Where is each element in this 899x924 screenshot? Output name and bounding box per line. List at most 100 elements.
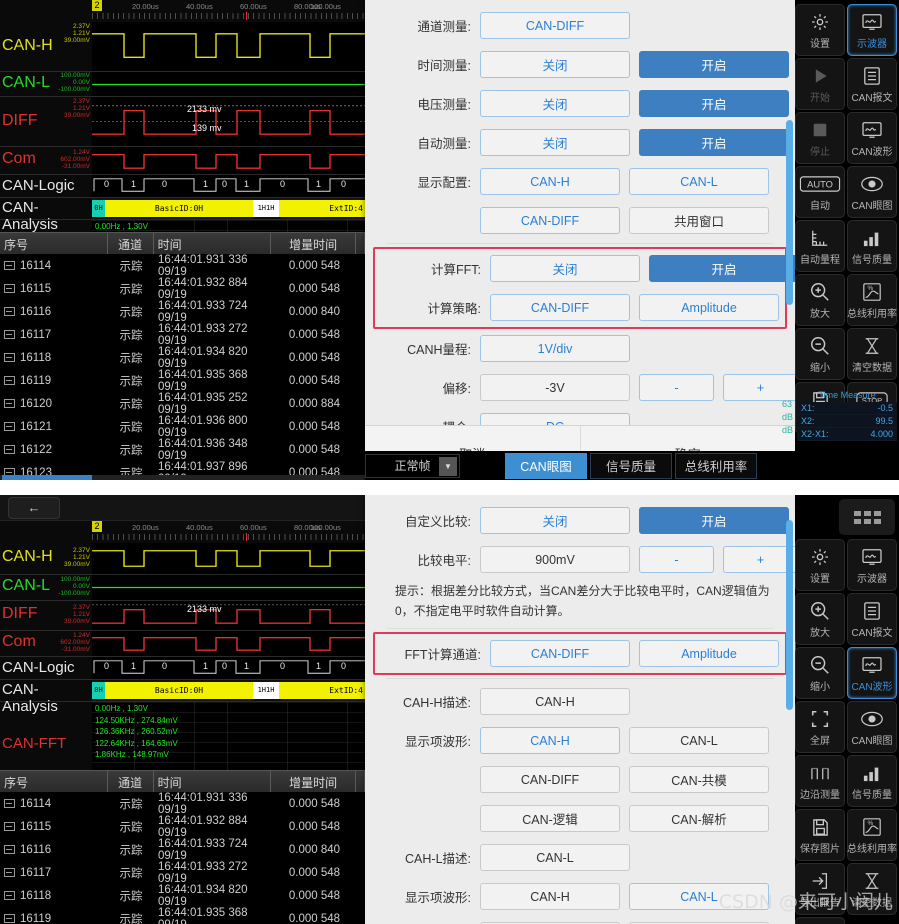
toolbar-button-ruler[interactable]: 自动量程 xyxy=(795,220,845,272)
toolbar-button-list[interactable]: CAN报文 xyxy=(847,58,897,110)
toolbar-button-zoom-in[interactable]: 放大 xyxy=(795,593,845,645)
toolbar-button-zoom-in[interactable]: 放大 xyxy=(795,274,845,326)
option-button[interactable]: CAN-L xyxy=(629,168,769,195)
toolbar-button-percent[interactable]: % 总线利用率 xyxy=(847,274,897,326)
tab-item[interactable]: 信号质量 xyxy=(590,452,672,479)
horizontal-scrollbar[interactable] xyxy=(0,475,365,480)
option-button[interactable]: CAN-L xyxy=(480,844,630,871)
option-button[interactable]: Amplitude xyxy=(639,640,779,667)
toolbar-button-auto[interactable]: AUTO 自动 xyxy=(795,166,845,218)
option-button[interactable]: 关闭 xyxy=(480,90,630,117)
table-body[interactable]: 16114 示踪 16:44:01.931 336 09/19 0.000 548 16… xyxy=(0,254,365,480)
grid-menu-icon[interactable] xyxy=(839,499,895,535)
option-button[interactable]: 开启 xyxy=(639,129,789,156)
toolbar-button-stop-square[interactable]: 停止 xyxy=(795,112,845,164)
option-button[interactable]: CAN-解析 xyxy=(629,805,769,832)
table-row[interactable]: 16118 示踪 16:44:01.934 820 09/19 0.000 548 xyxy=(0,884,365,908)
toolbar-button-clear[interactable]: 清空数据 xyxy=(847,328,897,380)
toolbar-button-list[interactable]: CAN报文 xyxy=(847,593,897,645)
option-button[interactable]: 关闭 xyxy=(480,129,630,156)
trigger-marker: 2 xyxy=(92,0,102,11)
option-button[interactable]: CAN-共模 xyxy=(629,766,769,793)
toolbar-button-gear[interactable]: 设置 xyxy=(795,4,845,56)
option-button[interactable]: 开启 xyxy=(639,90,789,117)
option-button[interactable]: 关闭 xyxy=(490,255,640,282)
table-row[interactable]: 16120 示踪 16:44:01.935 252 09/19 0.000 884 xyxy=(0,392,365,416)
option-button[interactable]: 900mV xyxy=(480,546,630,573)
table-row[interactable]: 16116 示踪 16:44:01.933 724 09/19 0.000 840 xyxy=(0,838,365,862)
toolbar-button-stop-all[interactable]: STOP停止全部 xyxy=(795,917,845,924)
toolbar-button-percent[interactable]: % 总线利用率 xyxy=(847,809,897,861)
toolbar-button-waveform[interactable]: CAN波形 xyxy=(847,112,897,164)
option-button[interactable]: 开启 xyxy=(639,507,789,534)
option-button[interactable]: CAN-L xyxy=(629,727,769,754)
table-row[interactable]: 16115 示踪 16:44:01.932 884 09/19 0.000 548 xyxy=(0,277,365,301)
toolbar-button-play[interactable]: 开始 xyxy=(795,58,845,110)
table-body[interactable]: 16114 示踪 16:44:01.931 336 09/19 0.000 548 16… xyxy=(0,792,365,924)
option-button[interactable]: 开启 xyxy=(639,51,789,78)
tab-item[interactable]: 总线利用率 xyxy=(675,452,757,479)
waveform-icon xyxy=(861,118,883,142)
table-row[interactable]: 16114 示踪 16:44:01.931 336 09/19 0.000 548 xyxy=(0,792,365,816)
toolbar-button-eye[interactable]: CAN眼图 xyxy=(847,701,897,753)
option-button[interactable]: DC xyxy=(480,413,630,425)
cell-delta: 0.000 840 xyxy=(288,843,341,856)
toolbar-button-save[interactable]: 保存图片 xyxy=(795,809,845,861)
cell-seq: 16119 xyxy=(20,912,52,924)
option-button[interactable]: CAN-DIFF xyxy=(480,12,630,39)
toolbar-button-eye[interactable]: CAN眼图 xyxy=(847,166,897,218)
option-button[interactable]: Amplitude xyxy=(639,294,779,321)
table-row[interactable]: 16119 示踪 16:44:01.935 368 09/19 0.000 548 xyxy=(0,907,365,924)
option-button[interactable]: CAN-DIFF xyxy=(480,207,620,234)
option-button[interactable]: CAN-H xyxy=(480,727,620,754)
toolbar-button-waveform[interactable]: 示波器 xyxy=(847,4,897,56)
table-row[interactable]: 16117 示踪 16:44:01.933 272 09/19 0.000 548 xyxy=(0,323,365,347)
toolbar-button-edge[interactable]: 边沿测量 xyxy=(795,755,845,807)
table-row[interactable]: 16114 示踪 16:44:01.931 336 09/19 0.000 548 xyxy=(0,254,365,278)
table-row[interactable]: 16122 示踪 16:44:01.936 348 09/19 0.000 548 xyxy=(0,438,365,462)
option-button[interactable]: CAN-H xyxy=(480,688,630,715)
table-row[interactable]: 16117 示踪 16:44:01.933 272 09/19 0.000 548 xyxy=(0,861,365,885)
toolbar-button-bars[interactable]: 信号质量 xyxy=(847,755,897,807)
dialog-scrollbar[interactable] xyxy=(786,120,793,305)
frame-filter-dropdown[interactable]: 正常帧 ▼ xyxy=(365,453,460,478)
option-button[interactable]: + xyxy=(723,546,795,573)
option-button[interactable]: CAN-DIFF xyxy=(480,766,620,793)
option-button[interactable]: CAN-逻辑 xyxy=(480,805,620,832)
option-button[interactable]: 1V/div xyxy=(480,335,630,362)
tab-list: CAN眼图 信号质量 总线利用率 xyxy=(505,452,757,479)
table-row[interactable]: 16119 示踪 16:44:01.935 368 09/19 0.000 548 xyxy=(0,369,365,393)
table-row[interactable]: 16116 示踪 16:44:01.933 724 09/19 0.000 840 xyxy=(0,300,365,324)
back-button[interactable]: ← xyxy=(8,496,60,519)
option-button[interactable]: CAN-DIFF xyxy=(490,640,630,667)
option-button[interactable]: 开启 xyxy=(649,255,795,282)
table-row[interactable]: 16118 示踪 16:44:01.934 820 09/19 0.000 548 xyxy=(0,346,365,370)
option-button[interactable]: 共用窗口 xyxy=(629,207,769,234)
option-button[interactable]: 关闭 xyxy=(480,51,630,78)
time-tick: 60.00us xyxy=(240,523,267,532)
option-button[interactable]: CAN-H xyxy=(480,168,620,195)
toolbar-button-waveform[interactable]: 示波器 xyxy=(847,539,897,591)
option-button[interactable]: CAN-L xyxy=(629,883,769,910)
toolbar-button-gear[interactable]: 设置 xyxy=(795,539,845,591)
toolbar-button-bars[interactable]: 信号质量 xyxy=(847,220,897,272)
option-button[interactable]: -3V xyxy=(480,374,630,401)
tab-item[interactable]: CAN眼图 xyxy=(505,452,587,479)
toolbar-button-clear[interactable]: 清空数据 xyxy=(847,863,897,915)
play-icon xyxy=(810,64,830,88)
toolbar-button-zoom-out[interactable]: 缩小 xyxy=(795,647,845,699)
option-button[interactable]: 关闭 xyxy=(480,507,630,534)
toolbar-button-export[interactable]: 导出报告 xyxy=(795,863,845,915)
option-button[interactable]: CAN-DIFF xyxy=(490,294,630,321)
toolbar-button-waveform[interactable]: CAN波形 xyxy=(847,647,897,699)
toolbar-button-fullscreen[interactable]: 全屏 xyxy=(795,701,845,753)
option-button[interactable]: CAN-H xyxy=(480,883,620,910)
table-row[interactable]: 16115 示踪 16:44:01.932 884 09/19 0.000 548 xyxy=(0,815,365,839)
toolbar-button-zoom-out[interactable]: 缩小 xyxy=(795,328,845,380)
option-button[interactable]: + xyxy=(723,374,795,401)
option-button[interactable]: - xyxy=(639,374,714,401)
chevron-down-icon[interactable]: ▼ xyxy=(439,456,457,476)
dialog-scrollbar[interactable] xyxy=(786,520,793,710)
option-button[interactable]: - xyxy=(639,546,714,573)
table-row[interactable]: 16121 示踪 16:44:01.936 800 09/19 0.000 548 xyxy=(0,415,365,439)
